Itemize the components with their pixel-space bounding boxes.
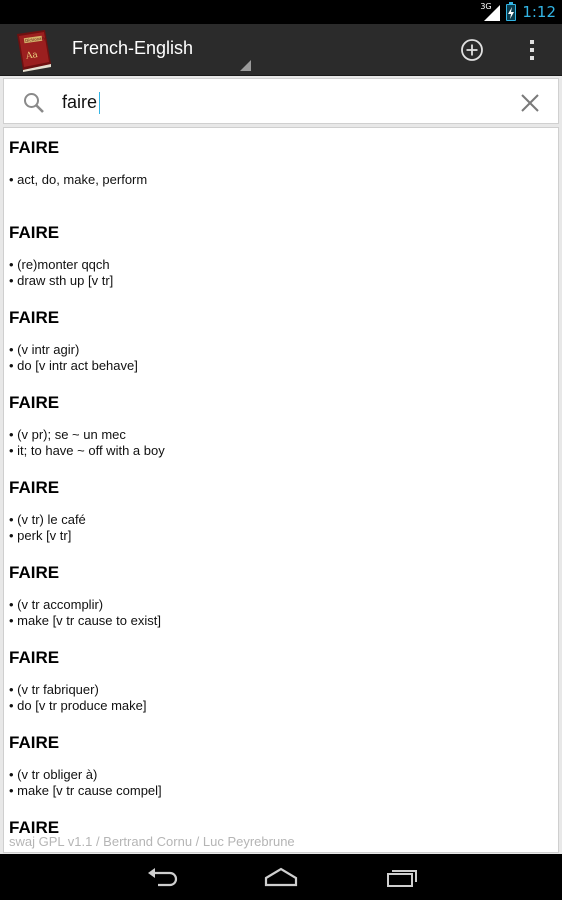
add-circle-icon bbox=[461, 39, 483, 61]
status-icons: 3G 1:12 bbox=[480, 0, 556, 24]
search-input[interactable] bbox=[62, 87, 502, 117]
entry-headword: FAIRE bbox=[9, 393, 60, 412]
entry-headword: FAIRE bbox=[9, 478, 60, 497]
home-button[interactable] bbox=[257, 862, 305, 892]
entry-translation: • (v tr accomplir) bbox=[9, 597, 104, 612]
entry-translation: • make [v tr cause to exist] bbox=[9, 613, 161, 628]
home-icon bbox=[264, 867, 298, 887]
result-entry[interactable]: FAIRE • (v tr accomplir) • make [v tr caus… bbox=[9, 563, 161, 629]
status-bar: 3G 1:12 bbox=[0, 0, 562, 24]
results-list[interactable]: swaj GPL v1.1 / Bertrand Cornu / Luc Pey… bbox=[3, 127, 559, 853]
entry-translation: • it; to have ~ off with a boy bbox=[9, 443, 165, 458]
action-bar: Aa Dictionary French-English bbox=[0, 24, 562, 76]
recents-button[interactable] bbox=[378, 862, 426, 892]
clear-icon[interactable] bbox=[518, 91, 542, 115]
add-button[interactable] bbox=[455, 34, 489, 66]
navigation-bar bbox=[0, 854, 562, 900]
dictionary-selector[interactable]: French-English bbox=[72, 38, 193, 59]
app-icon-sub: Aa bbox=[24, 50, 39, 62]
entry-translation: • (re)monter qqch bbox=[9, 257, 110, 272]
entry-headword: FAIRE bbox=[9, 733, 60, 752]
results-frame: swaj GPL v1.1 / Bertrand Cornu / Luc Pey… bbox=[0, 124, 562, 854]
entry-translation: • do [v tr produce make] bbox=[9, 698, 147, 713]
entry-headword: FAIRE bbox=[9, 308, 60, 327]
entry-translation: • perk [v tr] bbox=[9, 528, 72, 543]
entry-headword: FAIRE bbox=[9, 223, 60, 242]
entry-translation: • act, do, make, perform bbox=[9, 172, 148, 187]
result-entry[interactable]: FAIRE • (v pr); se ~ un mec • it; to have … bbox=[9, 393, 165, 459]
result-entry[interactable]: FAIRE • (v tr) le café • perk [v tr] bbox=[9, 478, 86, 544]
result-entry[interactable]: FAIRE • (v intr agir) • do [v intr act beh… bbox=[9, 308, 138, 374]
search-icon bbox=[24, 93, 44, 113]
result-entry[interactable]: FAIRE • (v tr fabriquer) • do [v tr produc… bbox=[9, 648, 147, 714]
result-entry[interactable]: FAIRE bbox=[9, 818, 59, 852]
back-icon bbox=[148, 868, 178, 887]
entry-translation: • (v tr obliger à) bbox=[9, 767, 98, 782]
battery-icon bbox=[506, 1, 517, 21]
entry-translation: • do [v intr act behave] bbox=[9, 358, 138, 373]
clock: 1:12 bbox=[522, 3, 556, 21]
result-entry[interactable]: FAIRE • (v tr obliger à) • make [v tr caus… bbox=[9, 733, 162, 799]
entry-headword: FAIRE bbox=[9, 648, 60, 667]
entry-headword: FAIRE bbox=[9, 563, 60, 582]
entry-headword: FAIRE bbox=[9, 138, 60, 157]
text-caret bbox=[99, 92, 100, 114]
entry-headword: FAIRE bbox=[9, 818, 60, 837]
entry-translation: • make [v tr cause compel] bbox=[9, 783, 162, 798]
entry-translation: • (v pr); se ~ un mec bbox=[9, 427, 126, 442]
entry-translation: • draw sth up [v tr] bbox=[9, 273, 114, 288]
result-entry[interactable]: FAIRE • (re)monter qqch • draw sth up [v t… bbox=[9, 223, 113, 289]
dictionary-book-icon[interactable]: Aa Dictionary bbox=[11, 28, 55, 72]
entry-translation: • (v intr agir) bbox=[9, 342, 80, 357]
result-entry[interactable]: FAIRE • act, do, make, perform bbox=[9, 138, 147, 188]
dropdown-indicator-icon[interactable] bbox=[240, 60, 251, 71]
search-box bbox=[3, 78, 559, 124]
overflow-menu-button[interactable] bbox=[518, 34, 546, 66]
back-button[interactable] bbox=[138, 862, 186, 892]
overflow-menu-icon bbox=[530, 40, 534, 60]
search-area bbox=[0, 76, 562, 124]
entry-translation: • (v tr) le café bbox=[9, 512, 86, 527]
recents-icon bbox=[387, 870, 417, 887]
entry-translation: • (v tr fabriquer) bbox=[9, 682, 99, 697]
signal-icon: 3G bbox=[480, 2, 501, 21]
